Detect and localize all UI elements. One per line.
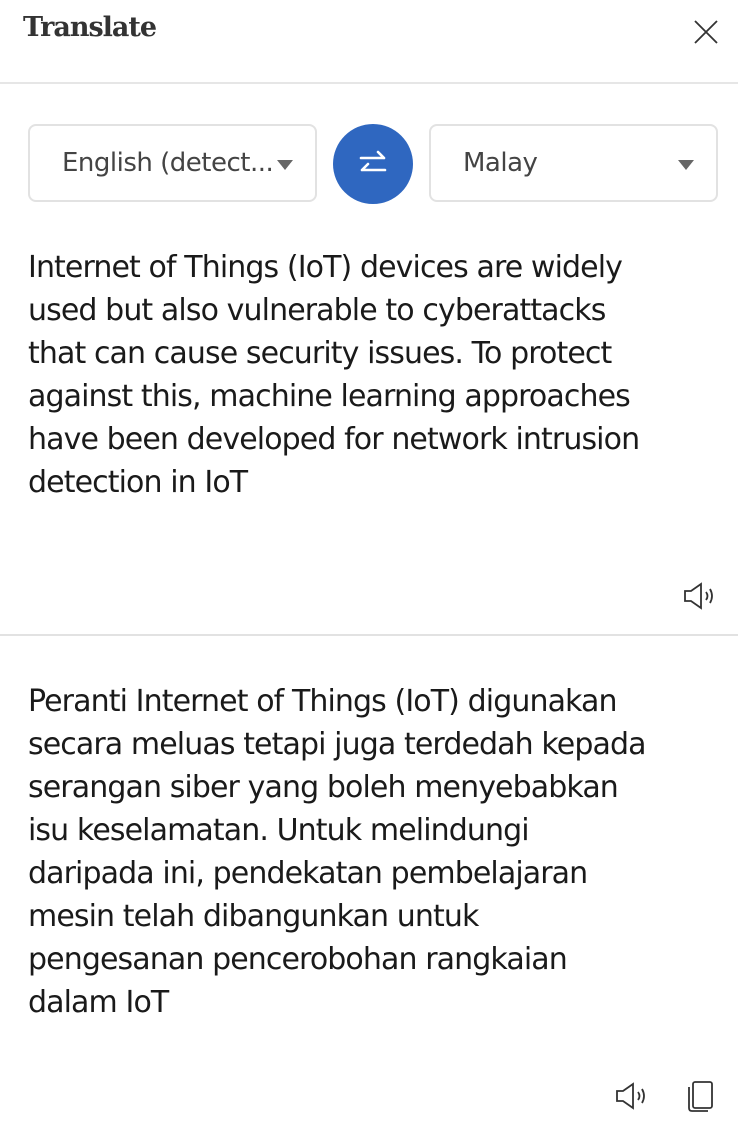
copy-icon[interactable] <box>686 1080 716 1112</box>
text-line: against this, machine learning approache… <box>28 379 631 414</box>
text-line: isu keselamatan. Untuk melindungi <box>28 813 530 848</box>
text-line: serangan siber yang boleh menyebabkan <box>28 770 619 805</box>
text-line: that can cause security issues. To prote… <box>28 336 612 371</box>
swap-languages-button[interactable] <box>333 124 413 204</box>
chevron-down-icon <box>678 160 694 170</box>
page-title: Translate <box>23 12 157 43</box>
text-line: pengesanan pencerobohan rangkaian <box>28 942 568 977</box>
text-line: daripada ini, pendekatan pembelajaran <box>28 856 588 891</box>
text-line: dalam IoT <box>28 985 169 1020</box>
translated-text: Peranti Internet of Things (IoT) digunak… <box>28 680 647 1024</box>
source-text[interactable]: Internet of Things (IoT) devices are wid… <box>28 246 640 504</box>
swap-icon <box>359 150 387 172</box>
text-line: detection in IoT <box>28 465 248 500</box>
text-line: used but also vulnerable to cyberattacks <box>28 293 606 328</box>
close-icon[interactable] <box>692 18 720 46</box>
divider <box>0 634 738 636</box>
source-language-select[interactable]: English (detect... <box>28 124 317 202</box>
target-language-select[interactable]: Malay <box>429 124 718 202</box>
header: Translate <box>0 0 738 84</box>
text-line: Peranti Internet of Things (IoT) digunak… <box>28 684 618 719</box>
target-language-label: Malay <box>463 148 538 178</box>
text-line: have been developed for network intrusio… <box>28 422 640 457</box>
text-line: mesin telah dibangunkan untuk <box>28 899 479 934</box>
source-language-label: English (detect... <box>62 148 274 178</box>
text-line: secara meluas tetapi juga terdedah kepad… <box>28 727 647 762</box>
speaker-icon[interactable] <box>682 582 718 610</box>
text-line: Internet of Things (IoT) devices are wid… <box>28 250 623 285</box>
chevron-down-icon <box>277 160 293 170</box>
speaker-icon[interactable] <box>614 1082 650 1110</box>
